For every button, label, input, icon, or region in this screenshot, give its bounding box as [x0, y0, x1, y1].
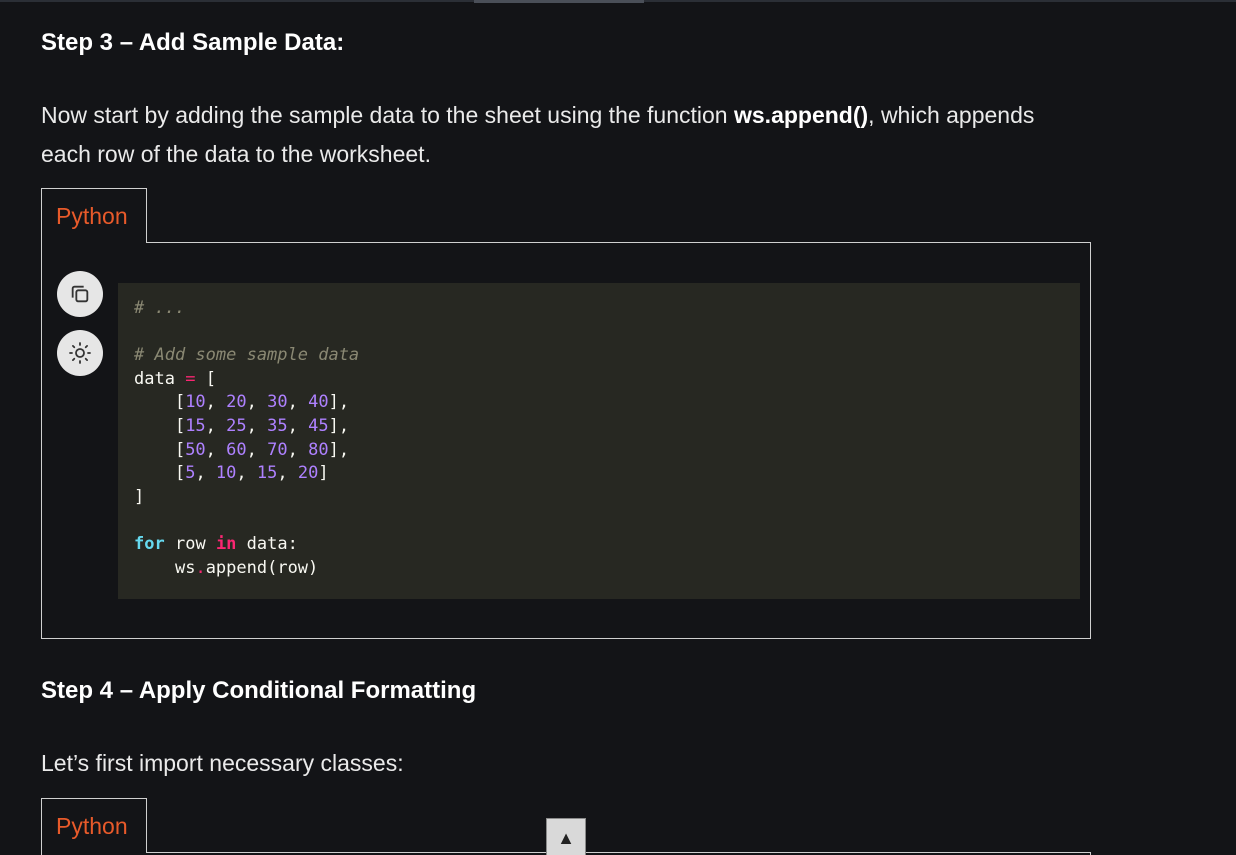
code1-block: # ... # Add some sample data data = [ [1… — [118, 283, 1080, 599]
code-number: 10 — [215, 463, 237, 484]
code-number: 45 — [308, 415, 329, 436]
code-var: data — [134, 368, 175, 389]
article-page: Step 3 – Add Sample Data: Now start by a… — [0, 0, 1236, 855]
scroll-to-top-button[interactable]: ▲ — [546, 818, 586, 855]
step3-heading: Step 3 – Add Sample Data: — [41, 29, 345, 56]
code-number: 20 — [226, 392, 247, 413]
code-bracket: [ — [205, 368, 216, 389]
step4-heading: Step 4 – Apply Conditional Formatting — [41, 677, 477, 704]
code-number: 30 — [267, 392, 288, 413]
code-comment: # ... — [134, 298, 186, 318]
step3-para-func: ws.append() — [734, 102, 869, 128]
code-number: 5 — [185, 463, 196, 484]
code-number: 15 — [185, 415, 206, 436]
sun-icon — [69, 342, 91, 364]
step4-paragraph: Let’s first import necessary classes: — [41, 750, 404, 776]
code-number: 40 — [308, 392, 329, 413]
step3-paragraph: Now start by adding the sample data to t… — [41, 96, 1041, 174]
copy-button[interactable] — [57, 271, 103, 317]
code-op: . — [195, 557, 206, 578]
code-var: data: — [246, 533, 298, 554]
code-number: 10 — [185, 392, 206, 413]
code-var: row — [174, 533, 206, 554]
code-keyword: for — [134, 533, 165, 554]
arrow-up-icon: ▲ — [557, 827, 575, 848]
code-comment: # Add some sample data — [134, 345, 360, 366]
code-keyword: in — [215, 533, 237, 554]
code-number: 50 — [185, 439, 206, 460]
code1-panel: # ... # Add some sample data data = [ [1… — [41, 242, 1091, 639]
code-number: 35 — [267, 415, 288, 436]
code2-tab-python[interactable]: Python — [41, 798, 147, 853]
code-var: ws — [174, 557, 196, 578]
code-number: 25 — [226, 415, 247, 436]
code-number: 15 — [256, 463, 278, 484]
code-bracket: ] — [134, 486, 145, 507]
copy-icon — [71, 285, 89, 303]
code-call: append(row) — [205, 557, 319, 578]
code-op: = — [185, 368, 196, 389]
code-number: 60 — [226, 439, 247, 460]
step3-para-text: Now start by adding the sample data to t… — [41, 102, 734, 128]
code1-tab-python[interactable]: Python — [41, 188, 147, 243]
theme-toggle-button[interactable] — [57, 330, 103, 376]
code-number: 80 — [308, 439, 329, 460]
code-number: 70 — [267, 439, 288, 460]
top-rule-accent — [474, 0, 644, 3]
code-number: 20 — [297, 463, 319, 484]
